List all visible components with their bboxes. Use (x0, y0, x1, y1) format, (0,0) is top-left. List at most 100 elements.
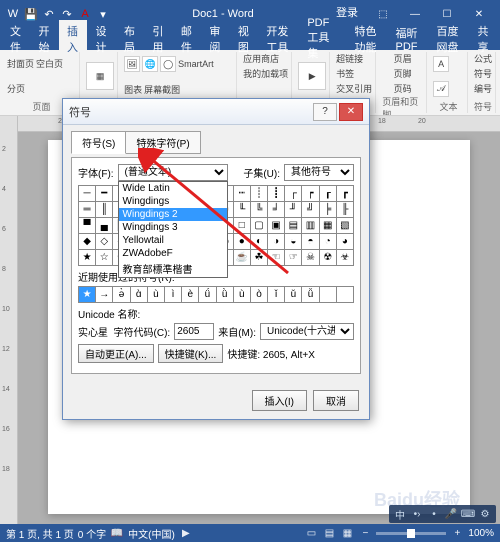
zoom-slider[interactable] (376, 532, 446, 535)
symbol-cell[interactable]: ┊ (251, 186, 268, 202)
recent-symbols-grid[interactable]: ★→ə̀ɑ̀ùìèǘǜùòǐǔǚ (78, 286, 354, 303)
zoom-value[interactable]: 100% (468, 528, 494, 539)
dialog-close-icon[interactable]: ✕ (339, 103, 363, 121)
font-option[interactable]: 教育部標準楷書 (119, 260, 227, 277)
chart-button[interactable]: 图表 (124, 83, 142, 96)
page-break-button[interactable]: 分页 (7, 82, 25, 95)
from-select[interactable]: Unicode(十六进制) (260, 323, 354, 340)
symbol-cell[interactable]: ☜ (268, 250, 285, 266)
symbol-cell[interactable]: ┏ (337, 186, 354, 202)
minimize-icon[interactable]: — (400, 4, 430, 24)
symbol-cell[interactable]: ┋ (268, 186, 285, 202)
symbol-cell[interactable]: ═ (79, 202, 96, 218)
symbol-cell[interactable]: ◕ (337, 234, 354, 250)
symbol-cell[interactable]: ◐ (251, 234, 268, 250)
bookmark-button[interactable]: 书签 (336, 67, 354, 80)
number-button[interactable]: 编号 (474, 82, 492, 95)
symbol-cell[interactable]: ☞ (285, 250, 302, 266)
tab-symbols[interactable]: 符号(S) (71, 131, 126, 154)
shortcut-button[interactable]: 快捷键(K)... (158, 344, 224, 363)
cover-page-button[interactable]: 封面页 (7, 57, 34, 70)
view-read-icon[interactable]: ▭ (304, 526, 318, 540)
punctuation-icon[interactable]: •› (410, 507, 424, 521)
dialog-titlebar[interactable]: 符号 ? ✕ (63, 99, 369, 125)
symbol-cell[interactable]: ▧ (337, 218, 354, 234)
symbol-cell[interactable]: ┉ (234, 186, 251, 202)
hyperlink-button[interactable]: 超链接 (336, 52, 363, 65)
font-color-icon[interactable]: A (78, 7, 92, 21)
online-video-icon[interactable]: ▶ (298, 62, 326, 90)
equation-button[interactable]: 公式 (474, 52, 492, 65)
recent-symbol-cell[interactable]: ǜ (217, 287, 234, 303)
recent-symbol-cell[interactable]: ǚ (302, 287, 319, 303)
font-select[interactable]: (普通文本) (118, 164, 228, 181)
symbol-cell[interactable]: ║ (96, 202, 113, 218)
symbol-cell[interactable]: ─ (79, 186, 96, 202)
font-option-selected[interactable]: Wingdings 2 (119, 208, 227, 221)
insert-button[interactable]: 插入(I) (252, 390, 307, 411)
symbol-cell[interactable]: ╞ (320, 202, 337, 218)
symbol-cell[interactable]: ☠ (302, 250, 319, 266)
crossref-button[interactable]: 交叉引用 (336, 82, 372, 95)
symbol-cell[interactable]: ◔ (320, 234, 337, 250)
mic-icon[interactable]: 🎤 (444, 507, 458, 521)
smartart-button[interactable]: SmartArt (178, 59, 214, 69)
symbol-cell[interactable]: ╜ (285, 202, 302, 218)
symbol-cell[interactable]: ━ (96, 186, 113, 202)
header-button[interactable]: 页眉 (394, 52, 412, 65)
symbol-cell[interactable]: ◒ (285, 234, 302, 250)
symbol-cell[interactable]: ☆ (96, 250, 113, 266)
font-dropdown[interactable]: (普通文本) Wide Latin Wingdings Wingdings 2 … (118, 164, 228, 181)
symbol-cell[interactable]: ◆ (79, 234, 96, 250)
recent-symbol-cell[interactable]: ★ (79, 287, 96, 303)
status-words[interactable]: 0 个字 (78, 526, 106, 541)
recent-symbol-cell[interactable]: ɑ̀ (131, 287, 148, 303)
symbol-cell[interactable]: ▢ (251, 218, 268, 234)
recent-symbol-cell[interactable]: ì (165, 287, 182, 303)
symbol-cell[interactable]: ★ (79, 250, 96, 266)
symbol-cell[interactable]: ▦ (320, 218, 337, 234)
symbol-cell[interactable]: ╛ (268, 202, 285, 218)
subset-select[interactable]: 其他符号 (284, 164, 354, 181)
status-page[interactable]: 第 1 页, 共 1 页 (6, 526, 74, 541)
recent-symbol-cell[interactable]: ǘ (199, 287, 216, 303)
online-picture-icon[interactable]: 🌐 (142, 56, 158, 72)
view-web-icon[interactable]: ▦ (340, 526, 354, 540)
symbol-cell[interactable]: ┍ (302, 186, 319, 202)
symbol-cell[interactable]: ╝ (302, 202, 319, 218)
ime-icon[interactable]: 中 (393, 507, 407, 521)
symbol-cell[interactable]: ▄ (96, 218, 113, 234)
zoom-in-icon[interactable]: + (450, 526, 464, 540)
qat-more-icon[interactable]: ▾ (96, 7, 110, 21)
macro-icon[interactable]: ▶ (179, 526, 193, 540)
redo-icon[interactable]: ↷ (60, 7, 74, 21)
wordart-icon[interactable]: 𝒜 (433, 81, 449, 97)
symbol-button[interactable]: 符号 (474, 67, 492, 80)
keyboard-icon[interactable]: ⌨ (461, 507, 475, 521)
recent-symbol-cell[interactable]: ù (148, 287, 165, 303)
footer-button[interactable]: 页脚 (394, 67, 412, 80)
save-icon[interactable]: 💾 (24, 7, 38, 21)
recent-symbol-cell[interactable]: ǐ (268, 287, 285, 303)
symbol-cell[interactable]: ▤ (285, 218, 302, 234)
symbol-cell[interactable]: □ (234, 218, 251, 234)
autocorrect-button[interactable]: 自动更正(A)... (78, 344, 154, 363)
symbol-cell[interactable]: ╟ (337, 202, 354, 218)
symbol-cell[interactable]: ● (234, 234, 251, 250)
font-option[interactable]: Wingdings (119, 195, 227, 208)
charcode-input[interactable] (174, 323, 214, 340)
recent-symbol-cell[interactable]: ù (234, 287, 251, 303)
recent-symbol-cell[interactable]: è (182, 287, 199, 303)
undo-icon[interactable]: ↶ (42, 7, 56, 21)
textbox-icon[interactable]: A (433, 56, 449, 72)
status-language[interactable]: 中文(中国) (128, 526, 175, 541)
font-option[interactable]: Yellowtail (119, 234, 227, 247)
store-button[interactable]: 应用商店 (243, 52, 279, 65)
symbol-cell[interactable]: ☕ (234, 250, 251, 266)
symbol-cell[interactable]: ▀ (79, 218, 96, 234)
symbol-cell[interactable]: ╙ (234, 202, 251, 218)
symbol-cell[interactable]: ▥ (302, 218, 319, 234)
shapes-icon[interactable]: ◯ (160, 56, 176, 72)
font-option[interactable]: Wingdings 3 (119, 221, 227, 234)
recent-symbol-cell[interactable]: ə̀ (113, 287, 130, 303)
